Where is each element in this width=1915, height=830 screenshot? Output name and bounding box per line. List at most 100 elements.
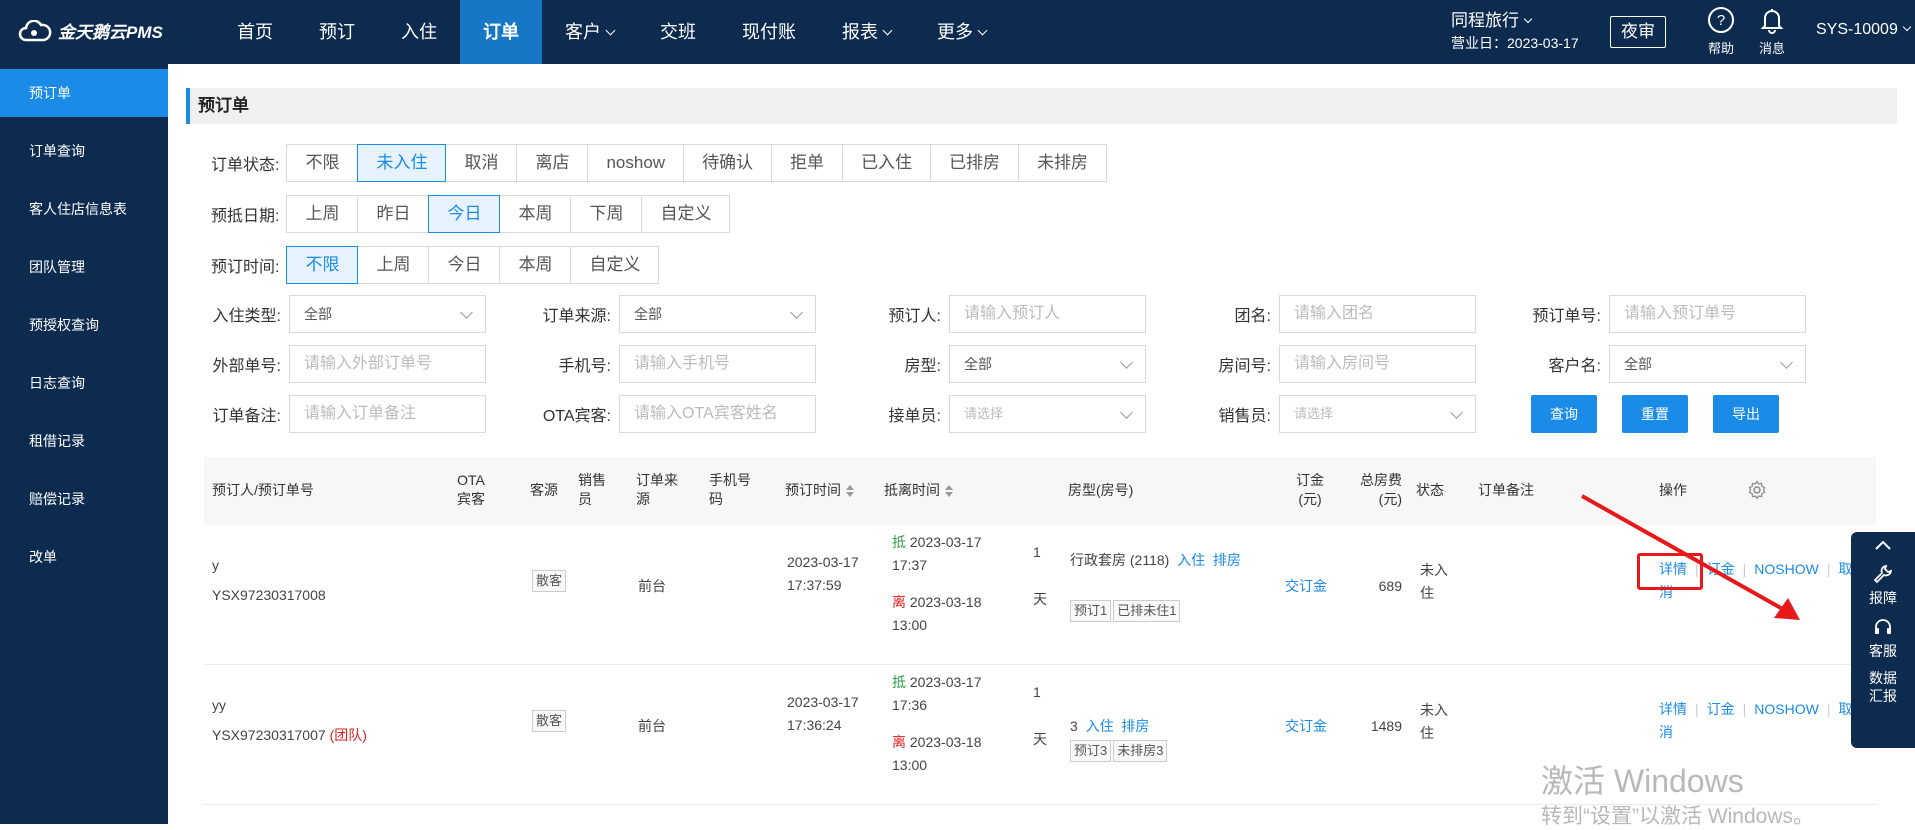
collapse-panel-button[interactable] — [1851, 532, 1915, 552]
checkin-type-select[interactable]: 全部 — [289, 295, 486, 333]
user-menu[interactable]: SYS-10009 — [1816, 21, 1912, 39]
booktime-option-today[interactable]: 今日 — [428, 246, 501, 284]
room-number-input[interactable]: 请输入房间号 — [1279, 345, 1476, 383]
sidebar-item-order-query[interactable]: 订单查询 — [0, 122, 168, 180]
sidebar-item-rental-records[interactable]: 租借记录 — [0, 412, 168, 470]
arrive-option-last-week[interactable]: 上周 — [286, 195, 359, 233]
booktime-option-last-week[interactable]: 上周 — [357, 246, 430, 284]
night-audit-button[interactable]: 夜审 — [1610, 16, 1666, 48]
booker-input[interactable]: 请输入预订人 — [949, 295, 1146, 333]
pay-deposit-link[interactable]: 交订金 — [1285, 575, 1327, 598]
booktime-option-this-week[interactable]: 本周 — [499, 246, 572, 284]
status-option-checked-in[interactable]: 已入住 — [842, 144, 932, 182]
sidebar-item-compensation-records[interactable]: 赔偿记录 — [0, 470, 168, 528]
reset-button[interactable]: 重置 — [1622, 395, 1688, 433]
sales-label: 销售员: — [1218, 408, 1271, 425]
order-source-label: 订单来源: — [542, 308, 611, 325]
receiver-select[interactable]: 请选择 — [949, 395, 1146, 433]
detail-link[interactable]: 详情 — [1659, 701, 1687, 717]
guest-source-tag: 散客 — [532, 710, 567, 732]
col-room: 房型(房号) — [1068, 482, 1134, 498]
separator: | — [1826, 561, 1831, 577]
customer-service-label: 客服 — [1869, 643, 1897, 659]
status-option-cancelled[interactable]: 取消 — [445, 144, 518, 182]
sidebar-item-label: 团队管理 — [29, 259, 85, 275]
deposit-link[interactable]: 订金 — [1707, 701, 1735, 717]
order-source-select[interactable]: 全部 — [619, 295, 816, 333]
sales-select[interactable]: 请选择 — [1279, 395, 1476, 433]
sidebar-item-reservations[interactable]: 预订单 — [0, 69, 168, 117]
sidebar-item-guest-info[interactable]: 客人住店信息表 — [0, 180, 168, 238]
help-button[interactable]: ? 帮助 — [1699, 6, 1743, 57]
sidebar-item-label: 租借记录 — [29, 433, 85, 449]
status-option-checked-out[interactable]: 离店 — [516, 144, 589, 182]
pay-deposit-link[interactable]: 交订金 — [1285, 715, 1327, 738]
query-button[interactable]: 查询 — [1531, 395, 1597, 433]
external-number-input[interactable]: 请输入外部订单号 — [289, 345, 486, 383]
ota-guest-field: OTA宾客: 请输入OTA宾客姓名 — [541, 395, 816, 433]
app-logo[interactable]: 金天鹅云PMS — [18, 18, 163, 43]
room-info: 行政套房 (2118) 入住 排房 — [1070, 549, 1245, 572]
data-report-button[interactable]: 数据汇报 — [1865, 661, 1901, 705]
report-issue-button[interactable]: 报障 — [1851, 555, 1915, 608]
sidebar-item-modify-order[interactable]: 改单 — [0, 528, 168, 586]
hotel-selector[interactable]: 同程旅行 营业日：2023-03-17 — [1451, 10, 1579, 54]
chevron-up-icon — [1875, 540, 1891, 550]
room-type-select[interactable]: 全部 — [949, 345, 1146, 383]
sidebar-item-log-query[interactable]: 日志查询 — [0, 354, 168, 412]
arrive-option-yesterday[interactable]: 昨日 — [357, 195, 430, 233]
customer-select[interactable]: 全部 — [1609, 345, 1806, 383]
room-type-field: 房型: 全部 — [871, 345, 1146, 383]
checkin-action[interactable]: 入住 — [1086, 718, 1114, 734]
nav-booking[interactable]: 预订 — [296, 0, 378, 64]
noshow-link[interactable]: NOSHOW — [1754, 701, 1819, 717]
order-number-input[interactable]: 请输入预订单号 — [1609, 295, 1806, 333]
customer-service-button[interactable]: 客服 — [1851, 608, 1915, 661]
nav-home[interactable]: 首页 — [214, 0, 296, 64]
checkin-type-value: 全部 — [304, 306, 332, 322]
status-option-room-assigned[interactable]: 已排房 — [930, 144, 1020, 182]
order-status: 未入住 — [1420, 702, 1448, 741]
room-type-value: 全部 — [964, 356, 992, 372]
group-name-field: 团名: 请输入团名 — [1201, 295, 1476, 333]
nav-shift[interactable]: 交班 — [637, 0, 719, 64]
status-option-noshow[interactable]: noshow — [587, 144, 685, 182]
arrive-option-today[interactable]: 今日 — [428, 195, 501, 233]
assign-room-action[interactable]: 排房 — [1121, 718, 1149, 734]
col-booking-time[interactable]: 预订时间 — [785, 481, 855, 500]
status-option-rejected[interactable]: 拒单 — [771, 144, 844, 182]
checkin-action[interactable]: 入住 — [1177, 552, 1205, 568]
nav-more[interactable]: 更多 — [914, 0, 1009, 64]
booktime-option-custom[interactable]: 自定义 — [570, 246, 660, 284]
chevron-down-icon — [882, 25, 893, 36]
messages-button[interactable]: 消息 — [1750, 6, 1794, 57]
col-guest-source: 客源 — [530, 482, 558, 498]
nav-checkin[interactable]: 入住 — [378, 0, 460, 64]
nav-orders[interactable]: 订单 — [460, 0, 542, 64]
nav-reports[interactable]: 报表 — [819, 0, 914, 64]
arrive-option-custom[interactable]: 自定义 — [641, 195, 731, 233]
group-name-input[interactable]: 请输入团名 — [1279, 295, 1476, 333]
ota-guest-input[interactable]: 请输入OTA宾客姓名 — [619, 395, 816, 433]
cloud-logo-icon — [18, 19, 52, 41]
col-stay-time[interactable]: 抵离时间 — [884, 481, 954, 500]
page-title: 预订单 — [186, 88, 1897, 124]
status-option-any[interactable]: 不限 — [286, 144, 359, 182]
assign-room-action[interactable]: 排房 — [1213, 552, 1241, 568]
receiver-label: 接单员: — [888, 408, 941, 425]
help-label: 帮助 — [1707, 41, 1734, 56]
booktime-option-any[interactable]: 不限 — [286, 246, 359, 284]
status-option-not-checked-in[interactable]: 未入住 — [357, 144, 447, 182]
export-button[interactable]: 导出 — [1713, 395, 1779, 433]
status-option-unassigned[interactable]: 未排房 — [1018, 144, 1108, 182]
sidebar-item-label: 预授权查询 — [29, 317, 99, 333]
phone-input[interactable]: 请输入手机号 — [619, 345, 816, 383]
status-option-pending[interactable]: 待确认 — [683, 144, 773, 182]
sidebar-item-preauth-query[interactable]: 预授权查询 — [0, 296, 168, 354]
sidebar-item-group-management[interactable]: 团队管理 — [0, 238, 168, 296]
nav-cash-account[interactable]: 现付账 — [719, 0, 819, 64]
nav-customers[interactable]: 客户 — [542, 0, 637, 64]
arrive-option-this-week[interactable]: 本周 — [499, 195, 572, 233]
order-remark-input[interactable]: 请输入订单备注 — [289, 395, 486, 433]
arrive-option-next-week[interactable]: 下周 — [570, 195, 643, 233]
